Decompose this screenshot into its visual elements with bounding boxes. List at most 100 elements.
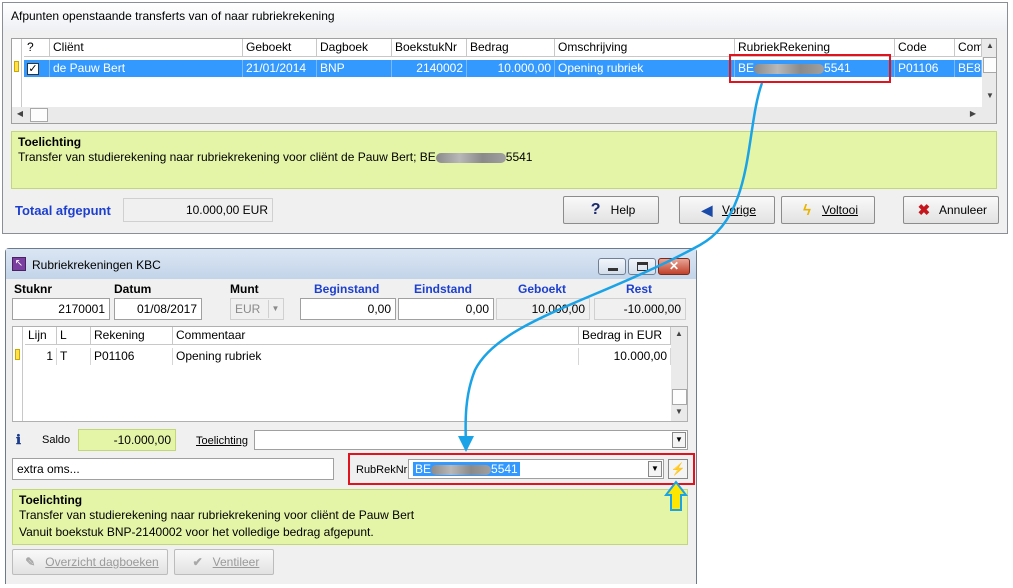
annuleer-label: Annuleer bbox=[938, 203, 988, 217]
col-header-dagboek[interactable]: Dagboek bbox=[317, 39, 392, 57]
help-label: Help bbox=[610, 203, 636, 217]
vorige-button[interactable]: ◀ Vorige bbox=[679, 196, 775, 224]
col-header-geboekt[interactable]: Geboekt bbox=[243, 39, 317, 57]
rubriek-window-titlebar[interactable]: ↖ Rubriekrekeningen KBC ✕ bbox=[6, 249, 696, 279]
munt-value: EUR bbox=[235, 302, 261, 316]
row-checkbox[interactable]: ✓ bbox=[27, 63, 39, 75]
vertical-scroll-thumb[interactable] bbox=[983, 57, 996, 73]
rubreknr-combobox[interactable]: BE 5541 ▼ bbox=[408, 459, 664, 479]
munt-select[interactable]: EUR ▼ bbox=[230, 298, 284, 320]
row-l: T bbox=[57, 348, 91, 365]
minimize-button[interactable] bbox=[598, 258, 626, 275]
row-code: P01106 bbox=[895, 60, 955, 77]
row-rekening: P01106 bbox=[91, 348, 173, 365]
rubriek-highlight-box bbox=[729, 54, 891, 83]
scroll-left-button[interactable]: ◀ bbox=[12, 107, 28, 123]
beginstand-field[interactable]: 0,00 bbox=[300, 298, 396, 320]
col-header-l[interactable]: L bbox=[57, 327, 91, 345]
row-omschrijving: Opening rubriek bbox=[555, 60, 735, 77]
datum-field[interactable]: 01/08/2017 bbox=[114, 298, 202, 320]
help-button[interactable]: ? Help bbox=[563, 196, 659, 224]
scroll-up-button[interactable]: ▲ bbox=[982, 39, 996, 55]
col-header-com[interactable]: Com bbox=[955, 39, 982, 57]
beginstand-label: Beginstand bbox=[314, 282, 380, 296]
row-com: BE8 bbox=[955, 60, 982, 77]
row-lijn: 1 bbox=[25, 348, 57, 365]
scroll-down-button[interactable]: ▼ bbox=[671, 405, 687, 421]
eindstand-field[interactable]: 0,00 bbox=[398, 298, 494, 320]
masked-account-number bbox=[435, 152, 506, 163]
col-header-client[interactable]: Cliënt bbox=[50, 39, 243, 57]
rubriek-toelichting: Toelichting Transfer van studierekening … bbox=[12, 489, 688, 545]
ventileer-button[interactable]: ✔ Ventileer bbox=[174, 549, 274, 575]
chevron-down-icon[interactable]: ▼ bbox=[672, 432, 686, 448]
toelichting-line-1: Transfer van studierekening naar rubriek… bbox=[19, 508, 415, 522]
col-header-commentaar[interactable]: Commentaar bbox=[173, 327, 579, 345]
link-chain-icon: ⚡ bbox=[670, 462, 686, 476]
row-geboekt: 21/01/2014 bbox=[243, 60, 317, 77]
voltooi-button[interactable]: ϟ Voltooi bbox=[781, 196, 875, 224]
table-row[interactable]: 1 T P01106 Opening rubriek 10.000,00 bbox=[13, 348, 671, 366]
grid-horizontal-scrollbar[interactable]: ◀ ▶ bbox=[12, 107, 996, 123]
lines-vertical-scrollbar[interactable]: ▲ ▼ bbox=[671, 327, 687, 421]
col-header-bedrag-eur[interactable]: Bedrag in EUR bbox=[579, 327, 671, 345]
ventileer-label: Ventileer bbox=[212, 555, 260, 569]
scroll-right-button[interactable]: ▶ bbox=[965, 107, 981, 123]
rubreknr-suffix: 5541 bbox=[491, 462, 518, 476]
toelichting-title: Toelichting bbox=[18, 135, 82, 149]
saldo-label: Saldo bbox=[42, 434, 71, 446]
window-title: Rubriekrekeningen KBC bbox=[32, 258, 161, 272]
scroll-down-button[interactable]: ▼ bbox=[982, 89, 996, 105]
grid-vertical-scrollbar[interactable]: ▲ ▼ bbox=[982, 39, 996, 107]
vertical-scroll-thumb[interactable] bbox=[672, 389, 687, 405]
toelichting-prefix: Transfer van studierekening naar rubriek… bbox=[18, 150, 436, 164]
stuknr-label: Stuknr bbox=[14, 282, 53, 296]
toelichting-line-2: Vanuit boekstuk BNP-2140002 voor het vol… bbox=[19, 525, 374, 539]
col-header-omschrijving[interactable]: Omschrijving bbox=[555, 39, 735, 57]
close-button[interactable]: ✕ bbox=[658, 258, 690, 275]
overzicht-dagboeken-button[interactable]: ✎ Overzicht dagboeken bbox=[12, 549, 168, 575]
rest-field: -10.000,00 bbox=[594, 298, 686, 320]
scroll-up-button[interactable]: ▲ bbox=[671, 327, 687, 343]
link-account-button[interactable]: ⚡ bbox=[668, 459, 688, 479]
masked-account-number bbox=[431, 464, 492, 475]
info-icon[interactable]: ℹ bbox=[16, 432, 21, 448]
close-x-icon: ✖ bbox=[917, 202, 931, 219]
lightning-icon: ϟ bbox=[803, 201, 811, 219]
row-client: de Pauw Bert bbox=[50, 60, 243, 77]
chevron-down-icon[interactable]: ▼ bbox=[648, 461, 662, 477]
question-mark-icon: ? bbox=[590, 201, 601, 218]
horizontal-scroll-thumb[interactable] bbox=[30, 108, 48, 122]
row-commentaar: Opening rubriek bbox=[173, 348, 579, 365]
row-boekstuknr: 2140002 bbox=[392, 60, 467, 77]
lines-grid[interactable]: Lijn L Rekening Commentaar Bedrag in EUR… bbox=[12, 326, 688, 422]
col-header-check[interactable]: ? bbox=[24, 39, 50, 57]
chevron-down-icon[interactable]: ▼ bbox=[268, 300, 282, 318]
close-icon: ✕ bbox=[668, 259, 680, 273]
extra-oms-input[interactable]: extra oms... bbox=[12, 458, 334, 480]
rubreknr-selected-value: BE 5541 bbox=[413, 462, 520, 476]
row-bedrag: 10.000,00 bbox=[467, 60, 555, 77]
toelichting-title: Toelichting bbox=[19, 493, 83, 507]
vorige-label: Vorige bbox=[721, 203, 757, 217]
pencil-icon: ✎ bbox=[25, 555, 36, 569]
col-header-bedrag[interactable]: Bedrag bbox=[467, 39, 555, 57]
row-bedrag-eur: 10.000,00 bbox=[579, 348, 671, 365]
col-header-code[interactable]: Code bbox=[895, 39, 955, 57]
overzicht-label: Overzicht dagboeken bbox=[45, 555, 159, 569]
maximize-button[interactable] bbox=[628, 258, 656, 275]
row-check-cell[interactable]: ✓ bbox=[24, 60, 50, 77]
toelichting-select[interactable]: ▼ bbox=[254, 430, 688, 450]
stuknr-field[interactable]: 2170001 bbox=[12, 298, 110, 320]
annuleer-button[interactable]: ✖ Annuleer bbox=[903, 196, 999, 224]
col-header-lijn[interactable]: Lijn bbox=[25, 327, 57, 345]
col-header-boekstuknr[interactable]: BoekstukNr bbox=[392, 39, 467, 57]
rubriek-client-area: Stuknr Datum Munt Beginstand Eindstand G… bbox=[6, 279, 696, 584]
transfer-toelichting: Toelichting Transfer van studierekening … bbox=[11, 131, 997, 189]
col-header-rekening[interactable]: Rekening bbox=[91, 327, 173, 345]
rubriek-window: ↖ Rubriekrekeningen KBC ✕ Stuknr Datum M… bbox=[5, 248, 697, 584]
saldo-value: -10.000,00 bbox=[78, 429, 176, 451]
toelichting-suffix: 5541 bbox=[505, 150, 533, 164]
app-icon: ↖ bbox=[12, 257, 26, 271]
transfer-window-titlebar[interactable]: Afpunten openstaande transferts van of n… bbox=[3, 3, 1007, 31]
